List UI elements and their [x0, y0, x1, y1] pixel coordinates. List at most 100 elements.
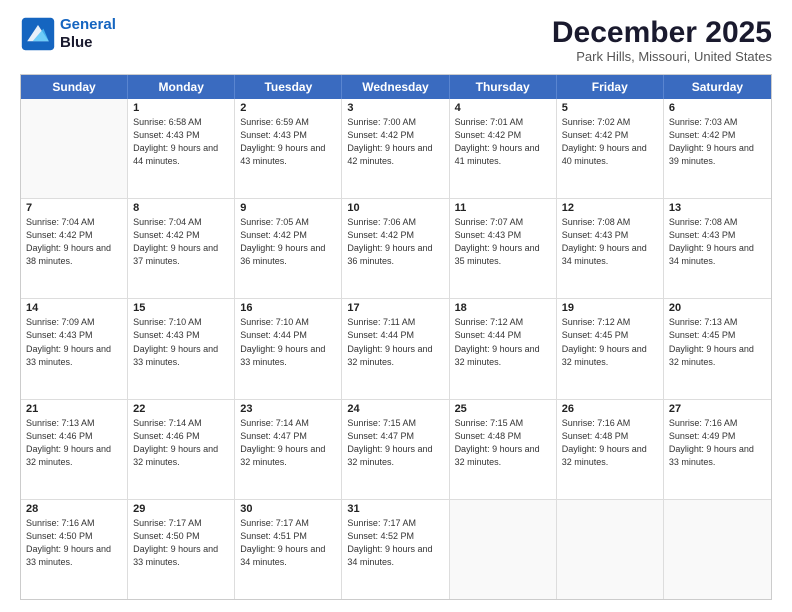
calendar-cell-10: 10 Sunrise: 7:06 AM Sunset: 4:42 PM Dayli…	[342, 199, 449, 298]
day-number: 18	[455, 302, 551, 314]
calendar-row: 14 Sunrise: 7:09 AM Sunset: 4:43 PM Dayli…	[21, 299, 771, 399]
header-day-tuesday: Tuesday	[235, 75, 342, 99]
calendar-cell-11: 11Sunrise: 7:07 AM Sunset: 4:43 PM Dayli…	[450, 199, 557, 298]
cell-info: Sunrise: 7:16 AM Sunset: 4:49 PM Dayligh…	[669, 417, 766, 469]
cell-info: Sunrise: 7:03 AM Sunset: 4:42 PM Dayligh…	[669, 116, 766, 168]
calendar-cell-empty	[664, 500, 771, 599]
header-day-friday: Friday	[557, 75, 664, 99]
day-number: 15	[133, 302, 229, 314]
calendar-header: SundayMondayTuesdayWednesdayThursdayFrid…	[21, 75, 771, 99]
cell-info: Sunrise: 7:04 AM Sunset: 4:42 PM Dayligh…	[133, 216, 229, 268]
cell-info: Sunrise: 7:17 AM Sunset: 4:50 PM Dayligh…	[133, 517, 229, 569]
calendar-row: 28 Sunrise: 7:16 AM Sunset: 4:50 PM Dayli…	[21, 500, 771, 599]
day-number: 4	[455, 102, 551, 114]
calendar-cell-20: 20Sunrise: 7:13 AM Sunset: 4:45 PM Dayli…	[664, 299, 771, 398]
day-number: 22	[133, 403, 229, 415]
cell-info: Sunrise: 7:07 AM Sunset: 4:43 PM Dayligh…	[455, 216, 551, 268]
cell-info: Sunrise: 6:59 AM Sunset: 4:43 PM Dayligh…	[240, 116, 336, 168]
calendar-cell-8: 8 Sunrise: 7:04 AM Sunset: 4:42 PM Daylig…	[128, 199, 235, 298]
cell-info: Sunrise: 7:09 AM Sunset: 4:43 PM Dayligh…	[26, 316, 122, 368]
day-number: 21	[26, 403, 122, 415]
cell-info: Sunrise: 6:58 AM Sunset: 4:43 PM Dayligh…	[133, 116, 229, 168]
calendar-cell-17: 17 Sunrise: 7:11 AM Sunset: 4:44 PM Dayli…	[342, 299, 449, 398]
day-number: 2	[240, 102, 336, 114]
cell-info: Sunrise: 7:15 AM Sunset: 4:48 PM Dayligh…	[455, 417, 551, 469]
day-number: 8	[133, 202, 229, 214]
calendar-cell-29: 29Sunrise: 7:17 AM Sunset: 4:50 PM Dayli…	[128, 500, 235, 599]
month-title: December 2025	[552, 16, 772, 49]
cell-info: Sunrise: 7:14 AM Sunset: 4:46 PM Dayligh…	[133, 417, 229, 469]
cell-info: Sunrise: 7:06 AM Sunset: 4:42 PM Dayligh…	[347, 216, 443, 268]
day-number: 12	[562, 202, 658, 214]
cell-info: Sunrise: 7:08 AM Sunset: 4:43 PM Dayligh…	[669, 216, 766, 268]
header-day-wednesday: Wednesday	[342, 75, 449, 99]
calendar-cell-21: 21 Sunrise: 7:13 AM Sunset: 4:46 PM Dayli…	[21, 400, 128, 499]
calendar-cell-14: 14 Sunrise: 7:09 AM Sunset: 4:43 PM Dayli…	[21, 299, 128, 398]
calendar-cell-28: 28 Sunrise: 7:16 AM Sunset: 4:50 PM Dayli…	[21, 500, 128, 599]
cell-info: Sunrise: 7:08 AM Sunset: 4:43 PM Dayligh…	[562, 216, 658, 268]
cell-info: Sunrise: 7:04 AM Sunset: 4:42 PM Dayligh…	[26, 216, 122, 268]
day-number: 16	[240, 302, 336, 314]
logo-text: General Blue	[60, 16, 116, 52]
header: General Blue December 2025 Park Hills, M…	[20, 16, 772, 64]
day-number: 6	[669, 102, 766, 114]
calendar-cell-24: 24Sunrise: 7:15 AM Sunset: 4:47 PM Dayli…	[342, 400, 449, 499]
calendar-cell-empty	[557, 500, 664, 599]
header-day-sunday: Sunday	[21, 75, 128, 99]
cell-info: Sunrise: 7:16 AM Sunset: 4:50 PM Dayligh…	[26, 517, 122, 569]
day-number: 30	[240, 503, 336, 515]
day-number: 14	[26, 302, 122, 314]
day-number: 1	[133, 102, 229, 114]
cell-info: Sunrise: 7:15 AM Sunset: 4:47 PM Dayligh…	[347, 417, 443, 469]
day-number: 27	[669, 403, 766, 415]
calendar-cell-23: 23Sunrise: 7:14 AM Sunset: 4:47 PM Dayli…	[235, 400, 342, 499]
calendar-cell-4: 4 Sunrise: 7:01 AM Sunset: 4:42 PM Daylig…	[450, 99, 557, 198]
calendar-cell-13: 13 Sunrise: 7:08 AM Sunset: 4:43 PM Dayli…	[664, 199, 771, 298]
calendar-cell-7: 7 Sunrise: 7:04 AM Sunset: 4:42 PM Daylig…	[21, 199, 128, 298]
day-number: 31	[347, 503, 443, 515]
day-number: 13	[669, 202, 766, 214]
cell-info: Sunrise: 7:02 AM Sunset: 4:42 PM Dayligh…	[562, 116, 658, 168]
calendar-cell-5: 5 Sunrise: 7:02 AM Sunset: 4:42 PM Daylig…	[557, 99, 664, 198]
cell-info: Sunrise: 7:10 AM Sunset: 4:44 PM Dayligh…	[240, 316, 336, 368]
day-number: 5	[562, 102, 658, 114]
calendar-cell-3: 3Sunrise: 7:00 AM Sunset: 4:42 PM Daylig…	[342, 99, 449, 198]
day-number: 28	[26, 503, 122, 515]
calendar-row: 1 Sunrise: 6:58 AM Sunset: 4:43 PM Daylig…	[21, 99, 771, 199]
day-number: 7	[26, 202, 122, 214]
calendar-cell-9: 9 Sunrise: 7:05 AM Sunset: 4:42 PM Daylig…	[235, 199, 342, 298]
calendar-cell-25: 25 Sunrise: 7:15 AM Sunset: 4:48 PM Dayli…	[450, 400, 557, 499]
header-day-monday: Monday	[128, 75, 235, 99]
cell-info: Sunrise: 7:13 AM Sunset: 4:46 PM Dayligh…	[26, 417, 122, 469]
cell-info: Sunrise: 7:14 AM Sunset: 4:47 PM Dayligh…	[240, 417, 336, 469]
cell-info: Sunrise: 7:05 AM Sunset: 4:42 PM Dayligh…	[240, 216, 336, 268]
cell-info: Sunrise: 7:17 AM Sunset: 4:52 PM Dayligh…	[347, 517, 443, 569]
calendar-cell-6: 6 Sunrise: 7:03 AM Sunset: 4:42 PM Daylig…	[664, 99, 771, 198]
calendar-cell-30: 30Sunrise: 7:17 AM Sunset: 4:51 PM Dayli…	[235, 500, 342, 599]
calendar-row: 21 Sunrise: 7:13 AM Sunset: 4:46 PM Dayli…	[21, 400, 771, 500]
title-block: December 2025 Park Hills, Missouri, Unit…	[552, 16, 772, 64]
day-number: 26	[562, 403, 658, 415]
day-number: 10	[347, 202, 443, 214]
calendar-cell-empty	[450, 500, 557, 599]
cell-info: Sunrise: 7:10 AM Sunset: 4:43 PM Dayligh…	[133, 316, 229, 368]
calendar-cell-2: 2 Sunrise: 6:59 AM Sunset: 4:43 PM Daylig…	[235, 99, 342, 198]
calendar-cell-1: 1 Sunrise: 6:58 AM Sunset: 4:43 PM Daylig…	[128, 99, 235, 198]
calendar-body: 1 Sunrise: 6:58 AM Sunset: 4:43 PM Daylig…	[21, 99, 771, 599]
calendar-cell-27: 27 Sunrise: 7:16 AM Sunset: 4:49 PM Dayli…	[664, 400, 771, 499]
day-number: 9	[240, 202, 336, 214]
header-day-thursday: Thursday	[450, 75, 557, 99]
day-number: 19	[562, 302, 658, 314]
calendar-cell-18: 18Sunrise: 7:12 AM Sunset: 4:44 PM Dayli…	[450, 299, 557, 398]
cell-info: Sunrise: 7:11 AM Sunset: 4:44 PM Dayligh…	[347, 316, 443, 368]
calendar-cell-15: 15 Sunrise: 7:10 AM Sunset: 4:43 PM Dayli…	[128, 299, 235, 398]
cell-info: Sunrise: 7:16 AM Sunset: 4:48 PM Dayligh…	[562, 417, 658, 469]
day-number: 25	[455, 403, 551, 415]
day-number: 3	[347, 102, 443, 114]
page: General Blue December 2025 Park Hills, M…	[0, 0, 792, 612]
cell-info: Sunrise: 7:01 AM Sunset: 4:42 PM Dayligh…	[455, 116, 551, 168]
location: Park Hills, Missouri, United States	[552, 49, 772, 64]
calendar-cell-26: 26 Sunrise: 7:16 AM Sunset: 4:48 PM Dayli…	[557, 400, 664, 499]
day-number: 17	[347, 302, 443, 314]
header-day-saturday: Saturday	[664, 75, 771, 99]
